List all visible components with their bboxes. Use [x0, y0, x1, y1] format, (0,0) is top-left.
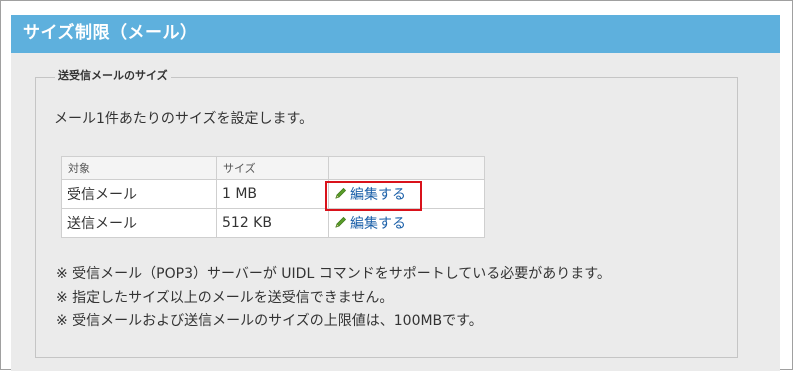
row-size: 512 KB	[216, 208, 329, 238]
row-action-cell: 編集する	[328, 208, 485, 238]
fieldset-legend: 送受信メールのサイズ	[55, 69, 171, 83]
note-item: ※ 受信メールおよび送信メールのサイズの上限値は、100MBです。	[56, 313, 483, 329]
row-action-cell: 編集する	[328, 179, 485, 209]
edit-send-link[interactable]: 編集する	[334, 213, 406, 233]
table-header-row: 対象 サイズ	[61, 156, 485, 180]
note-item: ※ 受信メール（POP3）サーバーが UIDL コマンドをサポートしている必要が…	[56, 266, 611, 282]
column-header-target: 対象	[61, 156, 217, 180]
table-row: 送信メール 512 KB 編集する	[61, 208, 485, 238]
edit-link-label: 編集する	[350, 186, 406, 203]
page-title: サイズ制限（メール）	[11, 15, 780, 53]
window-frame: サイズ制限（メール） 送受信メールのサイズ メール1件あたりのサイズを設定します…	[0, 0, 793, 371]
pencil-icon	[335, 217, 347, 228]
pencil-icon	[335, 188, 347, 199]
row-size: 1 MB	[216, 179, 329, 209]
table-row: 受信メール 1 MB 編集する	[61, 179, 485, 209]
row-target: 受信メール	[61, 179, 217, 209]
note-item: ※ 指定したサイズ以上のメールを送受信できません。	[56, 289, 394, 306]
notes-list: ※ 受信メール（POP3）サーバーが UIDL コマンドをサポートしている必要が…	[56, 263, 611, 334]
size-table: 対象 サイズ 受信メール 1 MB 編集する 送信メール 512 KB 編集する	[61, 156, 485, 238]
edit-receive-link[interactable]: 編集する	[334, 184, 406, 204]
edit-link-label: 編集する	[350, 215, 406, 232]
column-header-size: サイズ	[216, 156, 329, 180]
row-target: 送信メール	[61, 208, 217, 238]
section-description: メール1件あたりのサイズを設定します。	[54, 111, 314, 127]
column-header-action	[328, 156, 485, 180]
